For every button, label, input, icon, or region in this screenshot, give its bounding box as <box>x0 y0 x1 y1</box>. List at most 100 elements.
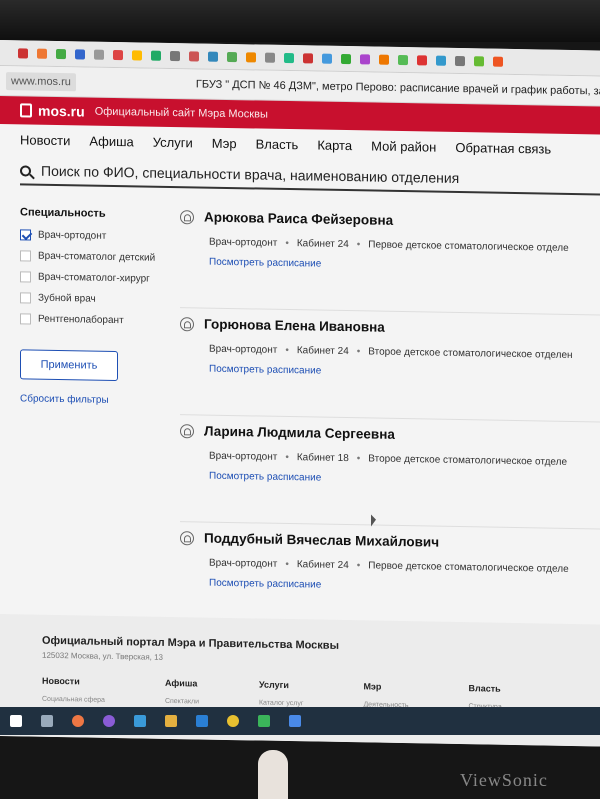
search-bar <box>20 157 600 196</box>
footer-column: Услуги Каталог услуг <box>259 680 303 708</box>
footer-column: Новости Социальная сфера <box>42 676 105 704</box>
bookmark-icon[interactable] <box>265 52 275 63</box>
address-bar[interactable]: www.mos.ru <box>6 71 76 91</box>
footer-link[interactable]: Спектакли <box>165 698 199 706</box>
bookmark-icon[interactable] <box>436 55 446 66</box>
footer-column-title[interactable]: Афиша <box>165 678 199 689</box>
doctor-name[interactable]: Горюнова Елена Ивановна <box>204 317 385 335</box>
doctor-icon <box>180 209 194 224</box>
bookmark-icon[interactable] <box>189 50 199 61</box>
checkbox[interactable] <box>20 313 31 325</box>
footer-link[interactable]: Социальная сфера <box>42 696 105 704</box>
bookmark-icon[interactable] <box>303 52 313 63</box>
nav-item-my-district[interactable]: Мой район <box>371 138 436 154</box>
bookmark-icon[interactable] <box>398 54 408 65</box>
bookmark-icon[interactable] <box>113 49 123 60</box>
bookmark-icon[interactable] <box>37 48 47 59</box>
sheets-icon[interactable] <box>258 715 270 727</box>
mail-icon[interactable] <box>196 715 208 727</box>
filter-option-dental-surgeon[interactable]: Врач-стоматолог-хирург <box>20 270 160 285</box>
separator: • <box>285 451 289 464</box>
doctor-name[interactable]: Ларина Людмила Сергеевна <box>204 424 395 442</box>
apply-button[interactable]: Применить <box>20 349 118 382</box>
separator: • <box>356 239 361 251</box>
bookmark-icon[interactable] <box>132 49 142 60</box>
view-schedule-link[interactable]: Посмотреть расписание <box>209 578 600 596</box>
browser-icon[interactable] <box>72 715 84 727</box>
doctor-name[interactable]: Поддубный Вячеслав Михайлович <box>204 531 439 550</box>
bookmark-icon[interactable] <box>474 55 484 66</box>
bookmark-icon[interactable] <box>455 55 465 66</box>
nav-item-afisha[interactable]: Афиша <box>89 134 133 150</box>
doctor-cabinet: Кабинет 24 <box>296 238 349 251</box>
bookmark-icon[interactable] <box>227 51 237 62</box>
site-brand[interactable]: mos.ru <box>38 103 85 120</box>
footer-column: Афиша Спектакли <box>165 678 199 706</box>
view-schedule-link[interactable]: Посмотреть расписание <box>209 364 600 382</box>
footer-column-title[interactable]: Новости <box>42 676 105 687</box>
search-input[interactable] <box>41 162 561 188</box>
view-schedule-link[interactable]: Посмотреть расписание <box>209 257 600 275</box>
doctor-cabinet: Кабинет 18 <box>296 452 349 465</box>
finger-foreground <box>258 750 288 799</box>
nav-item-government[interactable]: Власть <box>256 136 299 152</box>
start-icon[interactable] <box>10 715 22 727</box>
bookmark-icon[interactable] <box>246 51 256 62</box>
bookmark-icon[interactable] <box>18 47 28 58</box>
nav-item-feedback[interactable]: Обратная связь <box>455 140 551 157</box>
filter-option-xray-technician[interactable]: Рентгенолаборант <box>20 312 160 327</box>
checkbox[interactable] <box>20 250 31 262</box>
bookmark-icon[interactable] <box>170 50 180 61</box>
footer-column-title[interactable]: Мэр <box>363 681 408 692</box>
doctor-meta: Врач-ортодонт • Кабинет 24 • Второе детское … <box>209 344 600 362</box>
checkbox[interactable] <box>20 271 31 283</box>
bookmark-icon[interactable] <box>493 56 503 67</box>
bookmark-icon[interactable] <box>341 53 351 64</box>
nav-item-map[interactable]: Карта <box>317 138 352 154</box>
separator: • <box>356 453 361 465</box>
doctor-meta: Врач-ортодонт • Кабинет 24 • Первое детское … <box>209 558 600 576</box>
bookmark-icon[interactable] <box>94 49 104 60</box>
task-view-icon[interactable] <box>41 715 53 727</box>
bookmark-icon[interactable] <box>56 48 66 59</box>
site-brand-subtitle: Официальный сайт Мэра Москвы <box>94 105 268 121</box>
filter-label: Рентгенолаборант <box>38 313 124 327</box>
doctor-meta: Врач-ортодонт • Кабинет 18 • Второе детское … <box>209 451 600 469</box>
nav-item-mayor[interactable]: Мэр <box>212 136 237 151</box>
bookmark-icon[interactable] <box>284 52 294 63</box>
folder-icon[interactable] <box>165 715 177 727</box>
view-schedule-link[interactable]: Посмотреть расписание <box>209 471 600 489</box>
bookmark-icon[interactable] <box>360 53 370 64</box>
yandex-icon[interactable] <box>227 715 239 727</box>
doctor-name[interactable]: Арюкова Раиса Фейзеровна <box>204 210 393 228</box>
bookmark-icon[interactable] <box>417 54 427 65</box>
windows-taskbar <box>0 707 600 735</box>
doctor-department: Второе детское стоматологическое отделен <box>368 346 573 361</box>
search-icon[interactable] <box>20 164 31 177</box>
mouse-cursor-icon <box>371 514 376 527</box>
separator: • <box>356 560 361 572</box>
bookmark-icon[interactable] <box>208 51 218 62</box>
filter-option-dentist[interactable]: Зубной врач <box>20 291 160 306</box>
checkbox[interactable] <box>20 292 31 304</box>
mos-logo-icon[interactable] <box>20 103 32 118</box>
filter-option-pediatric-dentist[interactable]: Врач-стоматолог детский <box>20 249 160 264</box>
reset-filters-link[interactable]: Сбросить фильтры <box>20 393 160 406</box>
docs-icon[interactable] <box>289 715 301 727</box>
filter-label: Врач-ортодонт <box>38 229 107 242</box>
nav-item-news[interactable]: Новости <box>20 132 70 148</box>
bookmark-icon[interactable] <box>151 50 161 61</box>
footer-column-title[interactable]: Услуги <box>259 680 303 691</box>
doctor-meta: Врач-ортодонт • Кабинет 24 • Первое детское … <box>209 237 600 255</box>
footer-column-title[interactable]: Власть <box>469 683 502 694</box>
filter-option-orthodontist[interactable]: Врач-ортодонт <box>20 228 160 243</box>
bookmark-icon[interactable] <box>75 48 85 59</box>
bookmark-icon[interactable] <box>322 53 332 64</box>
app-icon[interactable] <box>103 715 115 727</box>
checkbox-checked[interactable] <box>20 229 31 241</box>
bookmark-icon[interactable] <box>379 54 389 65</box>
doctor-department: Первое детское стоматологическое отделе <box>368 239 569 254</box>
edge-icon[interactable] <box>134 715 146 727</box>
nav-item-services[interactable]: Услуги <box>153 135 193 151</box>
doctor-department: Первое детское стоматологическое отделе <box>368 560 569 575</box>
